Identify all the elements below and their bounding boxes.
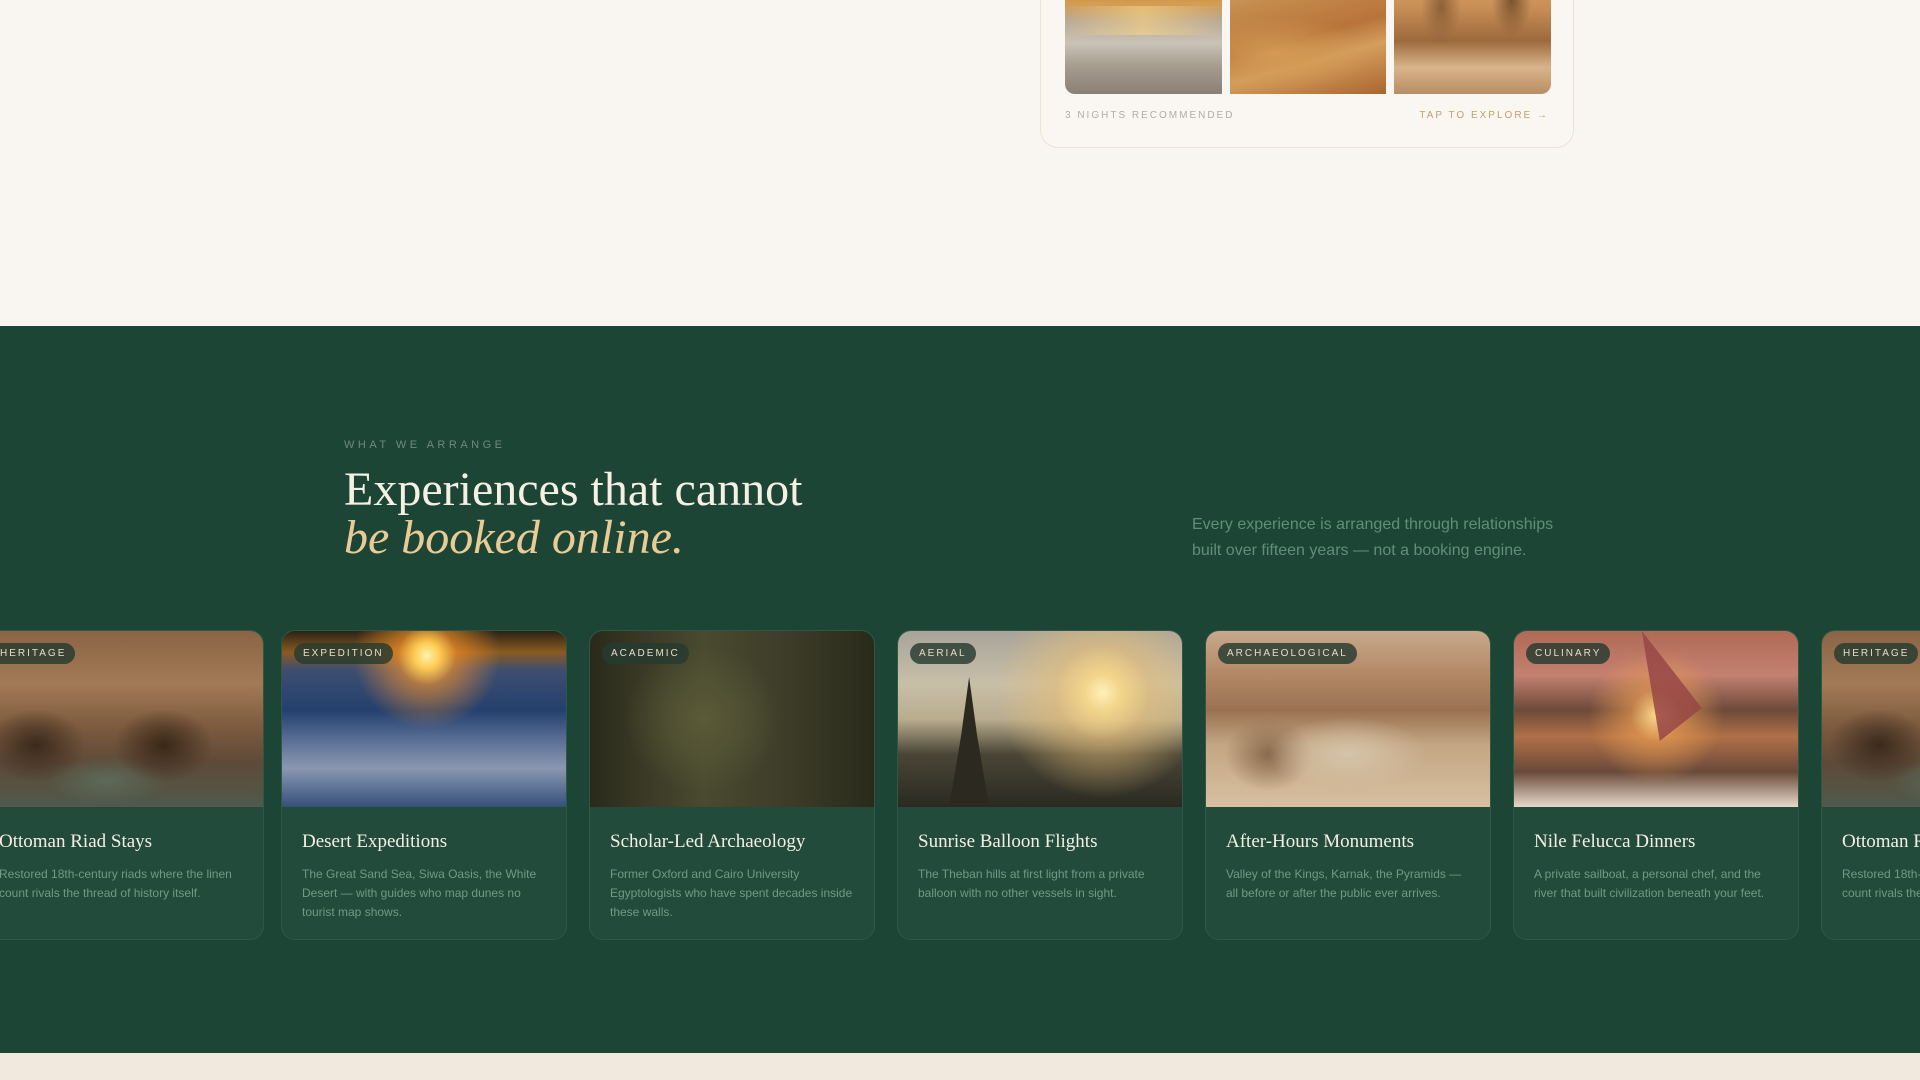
oasis-sunset-photo: [1065, 0, 1222, 94]
experience-description: Restored 18th-century riads where the li…: [1842, 867, 1920, 900]
headline-line-2: be booked online.: [344, 511, 684, 564]
experience-tag: ARCHAEOLOGICAL: [1218, 643, 1357, 664]
headline-line-1: Experiences that cannot: [344, 463, 803, 516]
nights-recommended-label: 3 NIGHTS RECOMMENDED: [1065, 110, 1235, 121]
experience-carousel[interactable]: HERITAGE Ottoman Riad Stays Restored 18t…: [0, 630, 1920, 942]
experience-description: Former Oxford and Cairo University Egypt…: [610, 867, 853, 919]
experience-card-balloon[interactable]: AERIAL Sunrise Balloon Flights The Theba…: [897, 630, 1183, 940]
experience-description: The Theban hills at first light from a p…: [918, 867, 1145, 900]
experience-title: Ottoman Riad Stays: [1842, 831, 1920, 852]
experience-card-felucca[interactable]: CULINARY Nile Felucca Dinners A private …: [1513, 630, 1799, 940]
experience-card-riad-repeat[interactable]: HERITAGE Ottoman Riad Stays Restored 18t…: [1821, 630, 1920, 940]
experience-description: A private sailboat, a personal chef, and…: [1534, 867, 1765, 900]
experience-title: Scholar-Led Archaeology: [610, 831, 806, 852]
experience-title: After-Hours Monuments: [1226, 831, 1415, 852]
experience-description: The Great Sand Sea, Siwa Oasis, the Whit…: [302, 867, 537, 919]
experience-tag: ACADEMIC: [602, 643, 689, 664]
experience-card-archaeology[interactable]: ACADEMIC Scholar-Led Archaeology Former …: [589, 630, 875, 940]
section-headline: Experiences that cannot be booked online…: [344, 466, 802, 562]
tap-to-explore-link[interactable]: TAP TO EXPLORE →: [1419, 110, 1549, 121]
destination-photo-strip: [1065, 0, 1552, 94]
experience-tag: CULINARY: [1526, 643, 1611, 664]
experience-title: Ottoman Riad Stays: [0, 831, 153, 852]
sand-dunes-photo: [1229, 0, 1387, 94]
experience-tag: HERITAGE: [1834, 643, 1919, 664]
section-eyebrow: WHAT WE ARRANGE: [344, 439, 506, 451]
experience-title: Nile Felucca Dinners: [1534, 831, 1696, 852]
experience-card-monuments[interactable]: ARCHAEOLOGICAL After-Hours Monuments Val…: [1205, 630, 1491, 940]
experience-tag: EXPEDITION: [294, 643, 393, 664]
desert-ruins-photo: [1394, 0, 1552, 94]
experience-tag: AERIAL: [910, 643, 976, 664]
experiences-section: WHAT WE ARRANGE Experiences that cannot …: [0, 326, 1920, 1053]
next-section-edge: [0, 1053, 1920, 1080]
section-intro: Every experience is arranged through rel…: [1192, 516, 1554, 559]
experience-description: Valley of the Kings, Karnak, the Pyramid…: [1226, 867, 1462, 900]
experience-description: Restored 18th-century riads where the li…: [0, 867, 232, 900]
experience-tag: HERITAGE: [0, 643, 76, 664]
destination-card-footer: 3 NIGHTS RECOMMENDED TAP TO EXPLORE →: [1065, 110, 1549, 121]
experience-card-desert[interactable]: EXPEDITION Desert Expeditions The Great …: [281, 630, 567, 940]
experience-title: Desert Expeditions: [302, 831, 448, 852]
destination-card[interactable]: 3 NIGHTS RECOMMENDED TAP TO EXPLORE →: [1040, 0, 1574, 148]
experience-card-riad[interactable]: HERITAGE Ottoman Riad Stays Restored 18t…: [0, 630, 264, 940]
experience-title: Sunrise Balloon Flights: [918, 831, 1098, 852]
